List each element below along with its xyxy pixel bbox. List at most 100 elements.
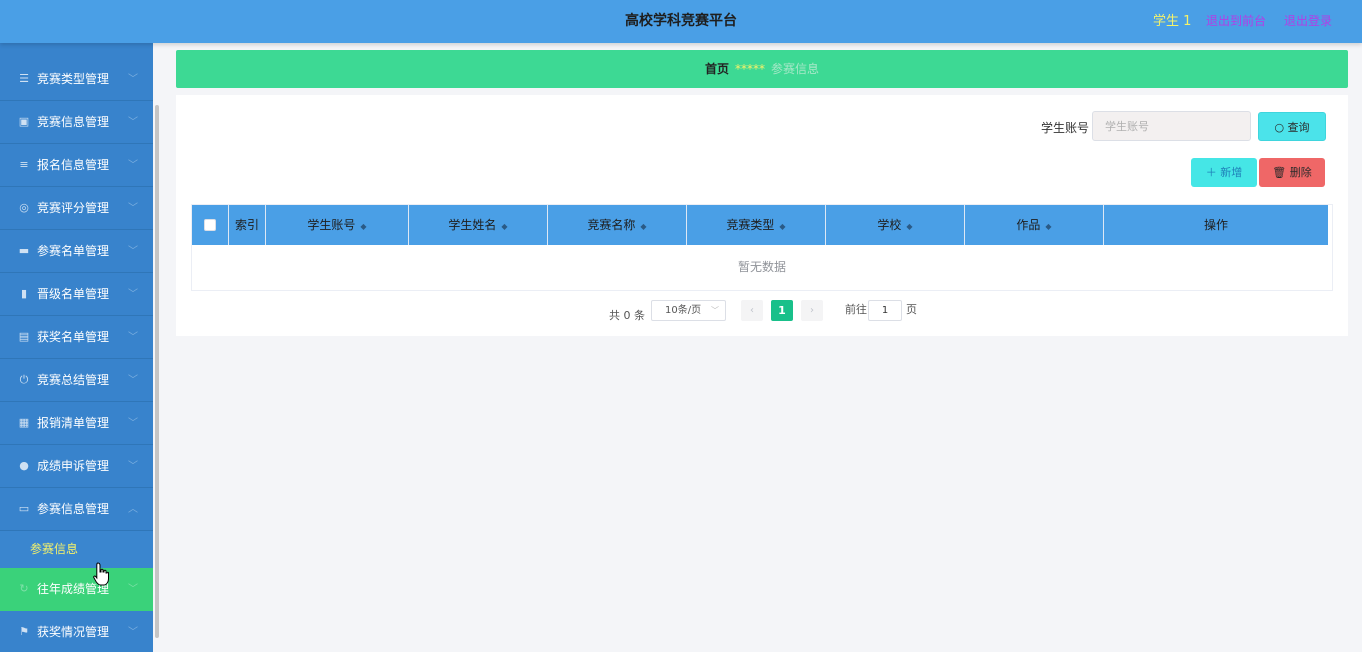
breadcrumb-home[interactable]: 首页 [705, 62, 729, 76]
sidebar-item-competition-type[interactable]: ☰ 竞赛类型管理 ﹀ [0, 58, 153, 101]
breadcrumb-separator: ***** [735, 62, 765, 76]
column-header-label: 学校 [877, 218, 902, 232]
sidebar-item-label: 竞赛类型管理 [37, 72, 110, 86]
page-suffix-label: 页 [906, 303, 917, 316]
sidebar-subitem-entry-info[interactable]: 参赛信息 [0, 531, 153, 568]
column-header-student-account[interactable]: 学生账号 ◆ [266, 205, 409, 245]
sidebar-item-label: 参赛名单管理 [37, 244, 110, 258]
column-header-school[interactable]: 学校 ◆ [826, 205, 965, 245]
page-size-select[interactable]: 10条/页 ﹀ [651, 300, 726, 321]
column-header-label: 操作 [1203, 218, 1228, 232]
compass-icon: ◎ [19, 201, 29, 214]
sidebar-item-entry-info[interactable]: ▭ 参赛信息管理 ︿ [0, 488, 153, 531]
breadcrumb-current: 参赛信息 [771, 62, 820, 76]
chevron-up-icon: ︿ [128, 504, 138, 515]
chevron-down-icon: ﹀ [128, 160, 138, 171]
picture-icon: ▭ [18, 502, 30, 515]
column-header-label: 学生姓名 [448, 218, 497, 232]
briefcase-icon: ▬ [18, 244, 30, 257]
sidebar-item-past-scores[interactable]: ↻ 往年成绩管理 ﹀ [0, 568, 153, 611]
chevron-down-icon: ﹀ [128, 74, 138, 85]
select-all-checkbox[interactable] [204, 219, 216, 231]
chevron-left-icon: ‹ [750, 305, 754, 316]
clipboard-icon: ▣ [18, 115, 30, 128]
column-header-label: 竞赛类型 [726, 218, 775, 232]
page-size-value: 10条/页 [665, 305, 702, 316]
breadcrumb: 首页 ***** 参赛信息 [176, 50, 1348, 88]
search-label: 学生账号 [1041, 121, 1090, 135]
sidebar-item-summary[interactable]: ⏻ 竞赛总结管理 ﹀ [0, 359, 153, 402]
list-icon: ☰ [19, 72, 29, 85]
select-all-cell [192, 205, 229, 245]
chevron-down-icon: ﹀ [128, 627, 138, 638]
sidebar-item-awards[interactable]: ⚑ 获奖情况管理 ﹀ [0, 611, 153, 652]
column-header-actions: 操作 [1104, 205, 1328, 245]
sidebar-item-label: 竞赛总结管理 [37, 373, 110, 387]
column-header-index: 索引 [229, 205, 266, 245]
power-icon: ⏻ [19, 373, 29, 386]
chevron-down-icon: ﹀ [128, 332, 138, 343]
sort-icon[interactable]: ◆ [640, 207, 646, 247]
prev-page-button[interactable]: ‹ [741, 300, 763, 321]
sidebar-item-competition-info[interactable]: ▣ 竞赛信息管理 ﹀ [0, 101, 153, 144]
plus-icon: ＋ [1205, 166, 1217, 179]
sidebar-item-participants[interactable]: ▬ 参赛名单管理 ﹀ [0, 230, 153, 273]
chevron-down-icon: ﹀ [128, 584, 138, 595]
sidebar-item-label: 获奖名单管理 [37, 330, 110, 344]
column-header-student-name[interactable]: 学生姓名 ◆ [409, 205, 548, 245]
sidebar-item-reimbursement[interactable]: ▦ 报销清单管理 ﹀ [0, 402, 153, 445]
chevron-down-icon: ﹀ [711, 306, 719, 315]
current-user[interactable]: 学生 1 [1153, 0, 1191, 43]
sort-icon[interactable]: ◆ [1045, 207, 1051, 247]
sidebar-item-promotion[interactable]: ▮ 晋级名单管理 ﹀ [0, 273, 153, 316]
sort-icon[interactable]: ◆ [501, 207, 507, 247]
refresh-icon: ↻ [19, 582, 29, 595]
sidebar-item-label: 竞赛评分管理 [37, 201, 110, 215]
sort-icon[interactable]: ◆ [779, 207, 785, 247]
column-header-label: 学生账号 [307, 218, 356, 232]
column-header-work[interactable]: 作品 ◆ [965, 205, 1104, 245]
pin-icon: ● [19, 459, 29, 472]
column-header-competition-type[interactable]: 竞赛类型 ◆ [687, 205, 826, 245]
page-number-current[interactable]: 1 [771, 300, 793, 321]
trash-icon: 🗑 [1272, 166, 1287, 179]
sidebar-item-scoring[interactable]: ◎ 竞赛评分管理 ﹀ [0, 187, 153, 230]
grid-icon: ▦ [18, 416, 30, 429]
hand-cursor-icon [93, 562, 109, 586]
sidebar-item-label: 成绩申诉管理 [37, 459, 110, 473]
sidebar-subitem-label: 参赛信息 [30, 542, 79, 556]
chevron-right-icon: › [810, 305, 814, 316]
sort-icon[interactable]: ◆ [360, 207, 366, 247]
chevron-down-icon: ﹀ [128, 246, 138, 257]
student-account-search-input[interactable] [1092, 111, 1251, 141]
column-header-label: 作品 [1016, 218, 1041, 232]
delete-button-label: 删除 [1289, 166, 1312, 179]
chevron-down-icon: ﹀ [128, 461, 138, 472]
sidebar-item-label: 报销清单管理 [37, 416, 110, 430]
sidebar-item-label: 参赛信息管理 [37, 502, 110, 516]
sidebar-scrollbar-thumb[interactable] [155, 105, 159, 638]
column-header-competition-name[interactable]: 竞赛名称 ◆ [548, 205, 687, 245]
sidebar: ☰ 竞赛类型管理 ﹀ ▣ 竞赛信息管理 ﹀ ≡ 报名信息管理 ﹀ ◎ 竞赛评分管… [0, 43, 153, 652]
goto-page-input[interactable]: 1 [868, 300, 902, 321]
sliders-icon: ≡ [19, 158, 29, 171]
chevron-down-icon: ﹀ [128, 289, 138, 300]
goto-label: 前往 [845, 303, 867, 316]
query-button[interactable]: ○ 查询 [1258, 112, 1326, 141]
delete-button[interactable]: 🗑 删除 [1259, 158, 1325, 187]
sidebar-item-label: 晋级名单管理 [37, 287, 110, 301]
sidebar-item-appeal[interactable]: ● 成绩申诉管理 ﹀ [0, 445, 153, 488]
printer-icon: ▤ [18, 330, 30, 343]
logout-link[interactable]: 退出登录 [1284, 0, 1332, 43]
sort-icon[interactable]: ◆ [906, 207, 912, 247]
next-page-button[interactable]: › [801, 300, 823, 321]
top-header: 高校学科竞赛平台 学生 1 退出到前台 退出登录 [0, 0, 1362, 43]
add-button[interactable]: ＋ 新增 [1191, 158, 1257, 187]
chevron-down-icon: ﹀ [128, 375, 138, 386]
exit-to-front-link[interactable]: 退出到前台 [1206, 0, 1266, 43]
sidebar-item-registration[interactable]: ≡ 报名信息管理 ﹀ [0, 144, 153, 187]
chevron-down-icon: ﹀ [128, 117, 138, 128]
sidebar-item-label: 竞赛信息管理 [37, 115, 110, 129]
search-icon: ○ [1274, 121, 1285, 134]
sidebar-item-winners[interactable]: ▤ 获奖名单管理 ﹀ [0, 316, 153, 359]
